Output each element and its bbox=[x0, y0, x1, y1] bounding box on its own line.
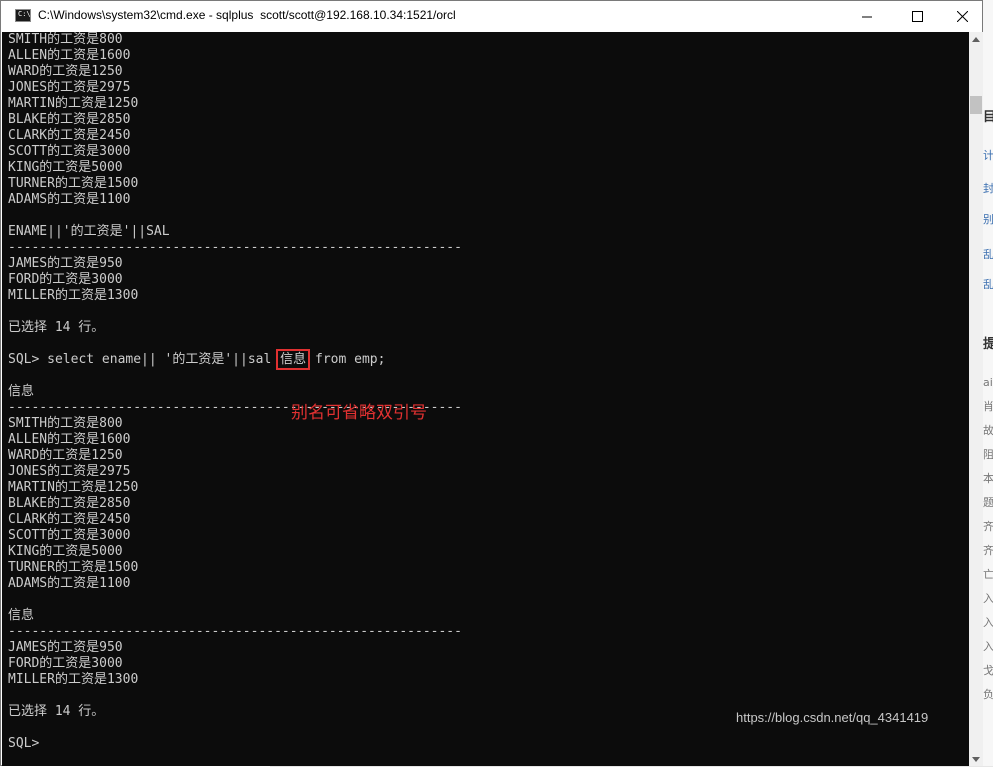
console-line: MARTIN的工资是1250 bbox=[8, 480, 139, 495]
console-line: CLARK的工资是2450 bbox=[8, 128, 131, 143]
column-header: ENAME||'的工资是'||SAL bbox=[8, 224, 170, 239]
maximize-icon bbox=[911, 11, 923, 22]
vertical-scrollbar[interactable] bbox=[969, 32, 983, 766]
scroll-up-arrow-icon bbox=[972, 36, 980, 42]
console-line: SCOTT的工资是3000 bbox=[8, 144, 131, 159]
minimize-button[interactable] bbox=[844, 1, 890, 32]
background-text-fragment: 乱 bbox=[983, 278, 993, 291]
background-text-fragment: 阻 bbox=[983, 448, 993, 461]
console-line: ALLEN的工资是1600 bbox=[8, 48, 131, 63]
console-line: ADAMS的工资是1100 bbox=[8, 576, 131, 591]
background-text-fragment: 提 bbox=[983, 337, 993, 352]
console-line: ALLEN的工资是1600 bbox=[8, 432, 131, 447]
console-line: FORD的工资是3000 bbox=[8, 656, 123, 671]
console-line: SMITH的工资是800 bbox=[8, 32, 123, 47]
background-text-fragment: 负 bbox=[983, 688, 993, 701]
console-line: BLAKE的工资是2850 bbox=[8, 112, 131, 127]
column-header: 信息 bbox=[8, 384, 35, 399]
cmd-window: C:\ C:\Windows\system32\cmd.exe - sqlplu… bbox=[0, 0, 983, 766]
background-text-fragment: 目 bbox=[983, 110, 993, 125]
background-text-fragment: 入 bbox=[983, 592, 993, 605]
column-header: 信息 bbox=[8, 608, 35, 623]
column-separator: ----------------------------------------… bbox=[8, 624, 462, 639]
scroll-down-button[interactable] bbox=[969, 752, 983, 766]
background-text-fragment: 肖 bbox=[983, 400, 993, 413]
console-line: JONES的工资是2975 bbox=[8, 80, 131, 95]
background-text-fragment: 题 bbox=[983, 496, 993, 509]
console-line: SCOTT的工资是3000 bbox=[8, 528, 131, 543]
console-line: WARD的工资是1250 bbox=[8, 448, 123, 463]
sql-prompt: SQL> bbox=[8, 736, 40, 751]
console-line: KING的工资是5000 bbox=[8, 544, 123, 559]
background-text-fragment: 戈 bbox=[983, 664, 993, 677]
console-output[interactable]: SMITH的工资是800 ALLEN的工资是1600 WARD的工资是1250 JON… bbox=[2, 32, 969, 766]
console-line: MILLER的工资是1300 bbox=[8, 672, 139, 687]
console-line: WARD的工资是1250 bbox=[8, 64, 123, 79]
background-text-fragment: ai bbox=[983, 376, 993, 389]
background-text-fragment: 入 bbox=[983, 616, 993, 629]
background-text-fragment: 计 bbox=[983, 149, 993, 162]
background-text-fragment: 本 bbox=[983, 472, 993, 485]
rows-selected-message: 已选择 14 行。 bbox=[8, 320, 105, 335]
console-line: JAMES的工资是950 bbox=[8, 256, 123, 271]
background-text-fragment: 齐 bbox=[983, 520, 993, 533]
console-line: TURNER的工资是1500 bbox=[8, 176, 139, 191]
console-line: JONES的工资是2975 bbox=[8, 464, 131, 479]
scroll-thumb[interactable] bbox=[970, 96, 982, 114]
command-text: SQL> select ename|| '的工资是'||sal bbox=[8, 352, 280, 367]
close-icon bbox=[956, 11, 968, 22]
title-bar[interactable]: C:\ C:\Windows\system32\cmd.exe - sqlplu… bbox=[1, 1, 982, 32]
console-line: CLARK的工资是2450 bbox=[8, 512, 131, 527]
minimize-icon bbox=[861, 16, 872, 18]
csdn-watermark: https://blog.csdn.net/qq_4341419 bbox=[736, 710, 929, 725]
background-text-fragment: 故 bbox=[983, 424, 993, 437]
highlighted-alias: 信息 bbox=[276, 349, 311, 370]
column-separator: ----------------------------------------… bbox=[8, 240, 462, 255]
console-text: SMITH的工资是800 ALLEN的工资是1600 WARD的工资是1250 JON… bbox=[8, 32, 948, 752]
sql-command-line: SQL> select ename|| '的工资是'||sal 信息 from … bbox=[8, 349, 948, 370]
background-divider bbox=[270, 766, 993, 767]
background-text-fragment: 入 bbox=[983, 640, 993, 653]
scroll-down-arrow-icon bbox=[972, 756, 980, 762]
background-text-fragment: 齐 bbox=[983, 544, 993, 557]
scroll-up-button[interactable] bbox=[969, 32, 983, 46]
red-annotation-text: 别名可省略双引号 bbox=[291, 403, 427, 423]
command-text: from emp; bbox=[307, 352, 386, 367]
console-line: JAMES的工资是950 bbox=[8, 640, 123, 655]
console-line: MARTIN的工资是1250 bbox=[8, 96, 139, 111]
background-text-fragment: 乱 bbox=[983, 248, 993, 261]
background-text-fragment: 别 bbox=[983, 213, 993, 226]
cmd-icon-label: C:\ bbox=[18, 10, 31, 18]
console-line: TURNER的工资是1500 bbox=[8, 560, 139, 575]
close-button[interactable] bbox=[939, 1, 985, 32]
background-text-fragment: 封 bbox=[983, 182, 993, 195]
console-line: FORD的工资是3000 bbox=[8, 272, 123, 287]
window-title: C:\Windows\system32\cmd.exe - sqlplus sc… bbox=[38, 8, 456, 22]
background-text-fragment: 亡 bbox=[983, 568, 993, 581]
console-line: ADAMS的工资是1100 bbox=[8, 192, 131, 207]
console-line: KING的工资是5000 bbox=[8, 160, 123, 175]
cmd-app-icon[interactable]: C:\ bbox=[15, 9, 31, 22]
console-line: SMITH的工资是800 bbox=[8, 416, 123, 431]
column-separator: ----------------------------------------… bbox=[8, 400, 462, 415]
console-line: MILLER的工资是1300 bbox=[8, 288, 139, 303]
maximize-button[interactable] bbox=[894, 1, 940, 32]
console-line: BLAKE的工资是2850 bbox=[8, 496, 131, 511]
